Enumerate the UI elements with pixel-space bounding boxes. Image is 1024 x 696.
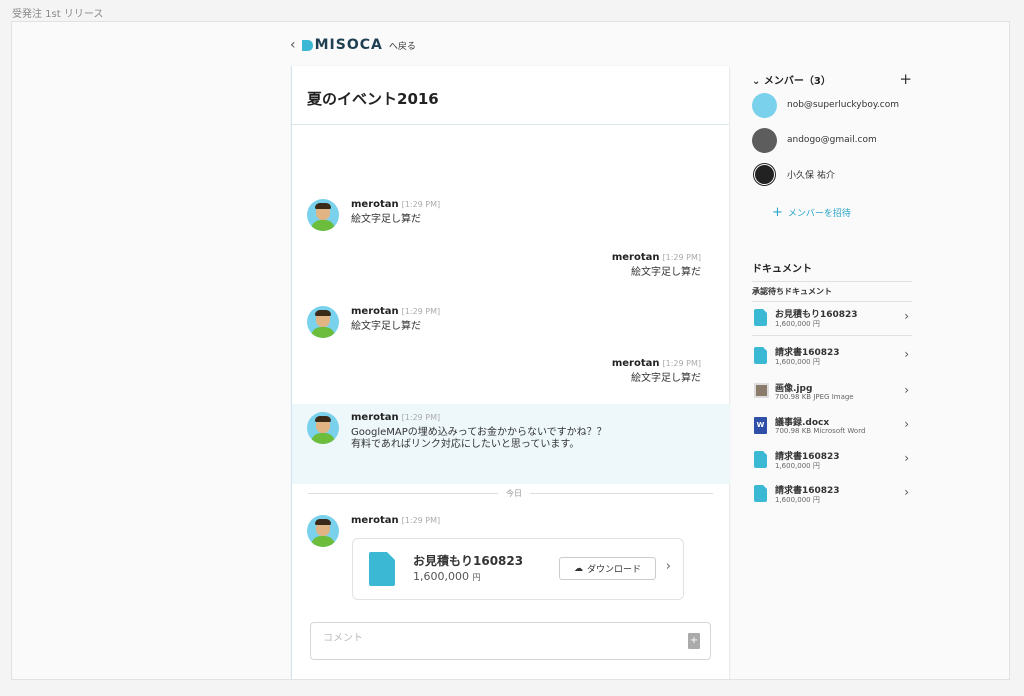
date-divider: 今日 (308, 488, 713, 499)
document-item[interactable]: 画像.jpg 700.98 KB JPEG Image › (752, 378, 912, 410)
back-link[interactable]: ‹ MISOCA へ戻る (290, 37, 416, 53)
message-time: [1:29 PM] (401, 516, 441, 525)
message-author: merotan [1:29 PM] (351, 515, 441, 526)
back-label: へ戻る (388, 41, 416, 52)
document-icon (754, 309, 767, 326)
avatar (752, 161, 777, 187)
sidebar: ⌄ メンバー（3） + nob@superluckyboy.com andogo… (752, 72, 912, 504)
chevron-right-icon: › (904, 309, 909, 323)
message-text: 絵文字足し算だ (631, 267, 701, 278)
member-item[interactable]: nob@superluckyboy.com (752, 92, 899, 118)
attach-file-icon[interactable]: + (688, 633, 700, 649)
pending-documents-title: 承認待ちドキュメント (752, 286, 912, 302)
document-item[interactable]: 請求書160823 1,600,000 円 › (752, 446, 912, 478)
chat-title: 夏のイベント2016 (292, 66, 729, 125)
document-item[interactable]: 請求書160823 1,600,000 円 › (752, 480, 912, 512)
download-label: ダウンロード (586, 565, 641, 575)
document-item[interactable]: W 議事録.docx 700.98 KB Microsoft Word › (752, 412, 912, 444)
message-author: merotan [1:29 PM] (611, 252, 701, 263)
avatar (307, 412, 339, 444)
document-meta: 1,600,000 円 (775, 496, 820, 504)
app-frame: ‹ MISOCA へ戻る 夏のイベント2016 merotan [1:29 PM]… (11, 21, 1010, 680)
date-divider-label: 今日 (498, 488, 530, 499)
comment-input[interactable] (323, 633, 663, 644)
message-author: merotan [1:29 PM] (611, 358, 701, 369)
comment-box[interactable]: + (310, 622, 711, 660)
chevron-left-icon: ‹ (290, 37, 296, 53)
file-price: 1,600,000 円 (413, 570, 481, 583)
document-item[interactable]: 請求書160823 1,600,000 円 › (752, 342, 912, 374)
message-time: [1:29 PM] (662, 359, 701, 368)
message-time: [1:29 PM] (401, 413, 441, 422)
message-text: 絵文字足し算だ (351, 321, 421, 332)
message-text: 絵文字足し算だ (351, 214, 421, 225)
chevron-right-icon[interactable]: › (666, 559, 671, 574)
word-icon: W (754, 417, 767, 434)
file-attachment-card[interactable]: お見積もり160823 1,600,000 円 ☁ ダウンロード › (352, 538, 684, 600)
chevron-right-icon: › (904, 417, 909, 431)
logo-wordmark: MISOCA (314, 37, 383, 53)
invite-member-button[interactable]: + メンバーを招待 (772, 206, 851, 219)
message-time: [1:29 PM] (401, 200, 441, 209)
add-member-icon[interactable]: + (899, 72, 912, 87)
document-meta: 700.98 KB Microsoft Word (775, 427, 866, 435)
download-button[interactable]: ☁ ダウンロード (559, 557, 656, 580)
message-author: merotan [1:29 PM] (351, 199, 441, 210)
document-item[interactable]: お見積もり160823 1,600,000 円 › (752, 304, 912, 336)
chevron-right-icon: › (904, 485, 909, 499)
member-name: 小久保 祐介 (787, 170, 835, 181)
file-name: お見積もり160823 (413, 554, 524, 568)
member-item[interactable]: andogo@gmail.com (752, 127, 877, 153)
image-icon (754, 383, 769, 398)
cloud-download-icon: ☁ (573, 563, 583, 574)
plus-icon: + (772, 205, 783, 220)
members-header: ⌄ メンバー（3） + (752, 72, 912, 88)
chat-panel: 夏のイベント2016 merotan [1:29 PM] 絵文字足し算だ mero… (291, 66, 730, 679)
documents-title: ドキュメント (752, 260, 912, 282)
avatar (752, 127, 777, 153)
document-icon (754, 485, 767, 502)
message-author: merotan [1:29 PM] (351, 306, 441, 317)
avatar (307, 515, 339, 547)
message-time: [1:29 PM] (662, 253, 701, 262)
chevron-right-icon: › (904, 347, 909, 361)
member-name: andogo@gmail.com (787, 135, 877, 145)
message-author: merotan [1:29 PM] (351, 412, 441, 423)
document-icon (369, 552, 395, 586)
avatar (752, 92, 777, 118)
logo-mark-icon (301, 39, 313, 51)
member-name: nob@superluckyboy.com (787, 100, 899, 110)
document-icon (754, 347, 767, 364)
avatar (307, 306, 339, 338)
members-title: メンバー（3） (763, 76, 831, 87)
document-icon (754, 451, 767, 468)
window-title: 受発注 1st リリース (12, 9, 104, 20)
document-meta: 700.98 KB JPEG Image (775, 393, 854, 401)
message-text: GoogleMAPの埋め込みってお金かからないですかね？？ 有料であればリンク対… (351, 427, 607, 450)
member-item[interactable]: 小久保 祐介 (752, 161, 835, 187)
chevron-down-icon: ⌄ (752, 76, 761, 87)
message-text: 絵文字足し算だ (631, 373, 701, 384)
document-meta: 1,600,000 円 (775, 462, 820, 470)
members-toggle[interactable]: ⌄ メンバー（3） (752, 72, 831, 87)
chevron-right-icon: › (904, 451, 909, 465)
document-meta: 1,600,000 円 (775, 358, 820, 366)
misoca-logo: MISOCA (301, 37, 383, 53)
message-time: [1:29 PM] (401, 307, 441, 316)
avatar (307, 199, 339, 231)
chevron-right-icon: › (904, 383, 909, 397)
invite-label: メンバーを招待 (787, 209, 851, 219)
document-meta: 1,600,000 円 (775, 320, 820, 328)
